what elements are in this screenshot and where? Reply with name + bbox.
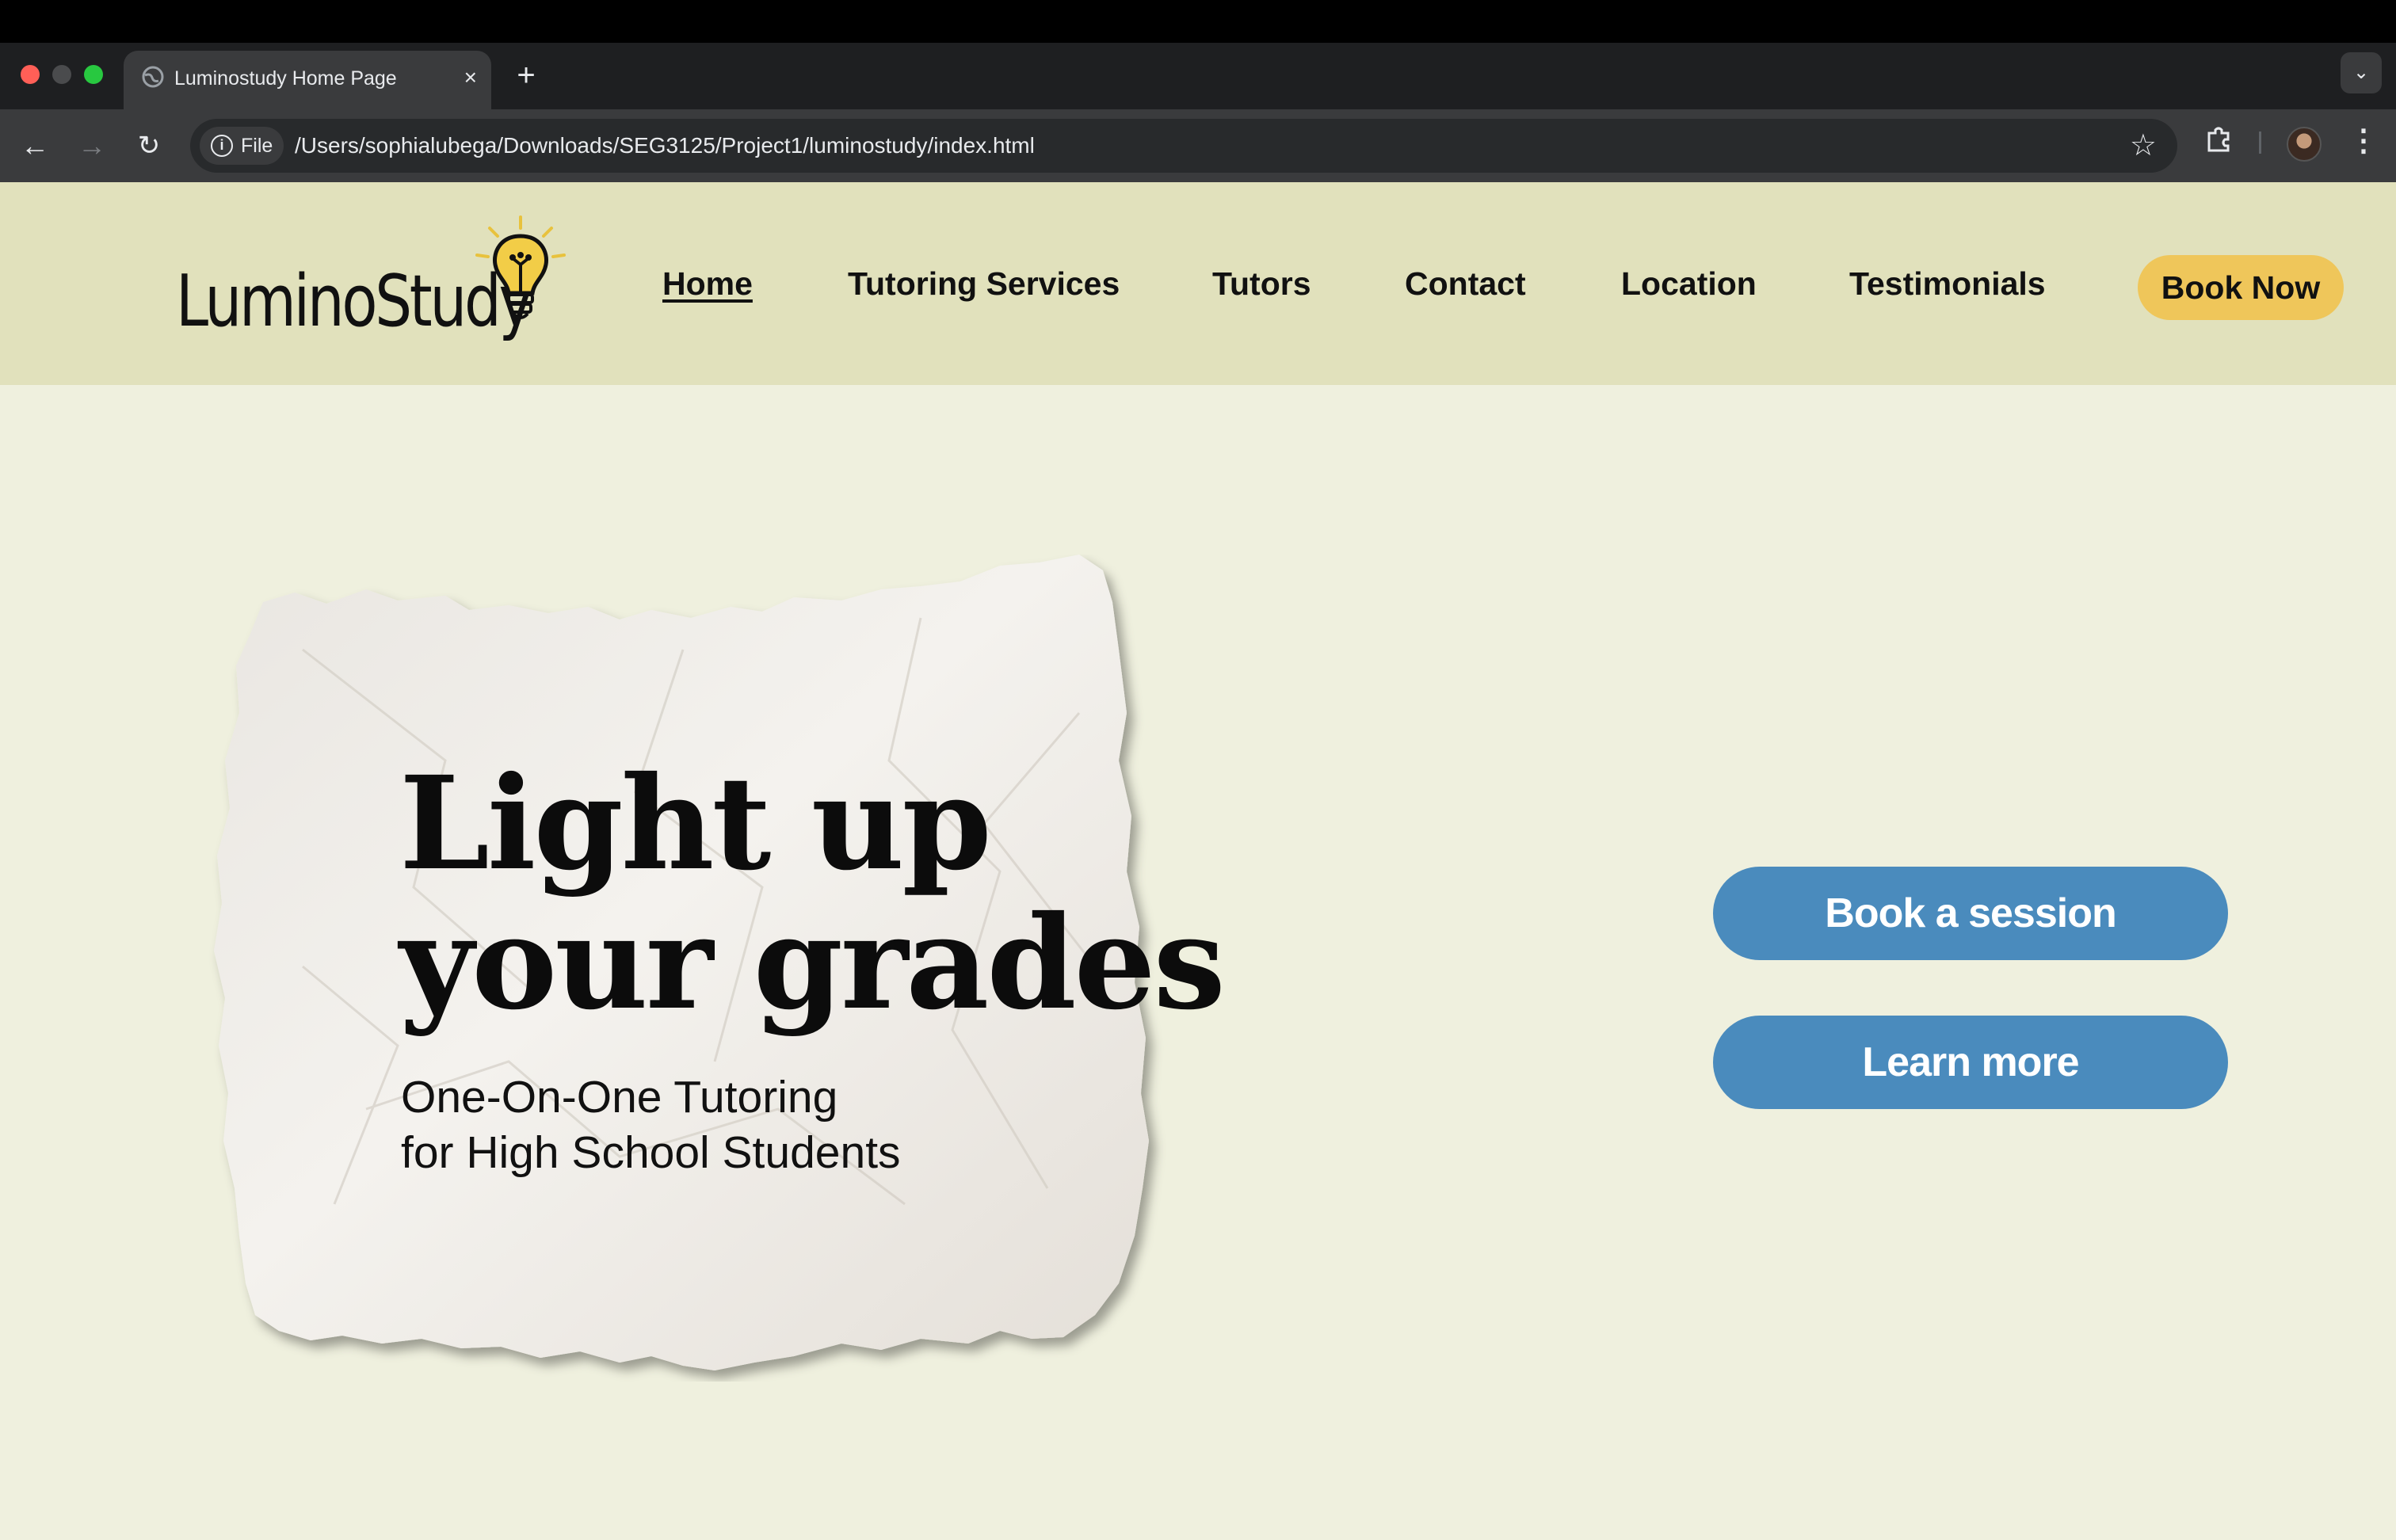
browser-tab[interactable]: Luminostudy Home Page × xyxy=(124,51,491,109)
forward-button[interactable]: → xyxy=(73,127,111,165)
tab-search-button[interactable]: ⌄ xyxy=(2341,52,2382,93)
tab-title: Luminostudy Home Page xyxy=(174,67,397,90)
nav-link-tutoring-services[interactable]: Tutoring Services xyxy=(848,265,1120,303)
toolbar-divider xyxy=(2259,132,2261,154)
nav-link-testimonials[interactable]: Testimonials xyxy=(1849,265,2046,303)
site-info-chip[interactable]: i File xyxy=(200,127,284,165)
menu-bar-strip xyxy=(0,0,2396,43)
browser-toolbar: ← → ↻ i File /Users/sophialubega/Downloa… xyxy=(0,109,2396,182)
maximize-window-button[interactable] xyxy=(84,65,103,84)
site-header: LuminoStudy Home Tutoring Services Tutor… xyxy=(0,182,2396,385)
site-logo[interactable]: LuminoStudy xyxy=(176,214,572,356)
close-window-button[interactable] xyxy=(21,65,40,84)
book-session-button[interactable]: Book a session xyxy=(1713,867,2228,960)
profile-avatar[interactable] xyxy=(2287,127,2322,162)
hero-subheading-line1: One-On-One Tutoring xyxy=(401,1072,838,1123)
reload-button[interactable]: ↻ xyxy=(130,127,168,165)
nav-link-location[interactable]: Location xyxy=(1621,265,1757,303)
hero-headline-line1: Light up xyxy=(399,749,992,899)
hero-headline-line2: your grades xyxy=(399,888,1226,1039)
url-text[interactable]: /Users/sophialubega/Downloads/SEG3125/Pr… xyxy=(295,131,1035,161)
back-button[interactable]: ← xyxy=(16,127,54,165)
hero-subheading: One-On-One Tutoring for High School Stud… xyxy=(401,1069,901,1180)
new-tab-button[interactable]: + xyxy=(510,55,542,95)
hero-subheading-line2: for High School Students xyxy=(401,1127,901,1178)
minimize-window-button[interactable] xyxy=(52,65,71,84)
nav-link-contact[interactable]: Contact xyxy=(1405,265,1526,303)
learn-more-button[interactable]: Learn more xyxy=(1713,1016,2228,1109)
lightbulb-icon xyxy=(475,215,566,319)
info-icon: i xyxy=(211,135,233,157)
nav-link-home[interactable]: Home xyxy=(662,265,753,303)
hero-headline: Light up your grades xyxy=(399,749,1226,1039)
bookmark-star-icon[interactable]: ☆ xyxy=(2130,128,2157,163)
extensions-icon[interactable] xyxy=(2201,124,2236,158)
site-info-label: File xyxy=(241,135,273,157)
address-bar[interactable]: i File /Users/sophialubega/Downloads/SEG… xyxy=(190,119,2177,173)
nav-link-tutors[interactable]: Tutors xyxy=(1212,265,1311,303)
close-icon[interactable]: × xyxy=(464,63,477,92)
globe-icon xyxy=(139,65,166,92)
book-now-button[interactable]: Book Now xyxy=(2138,255,2344,320)
browser-menu-icon[interactable]: ⋮ xyxy=(2348,124,2379,158)
